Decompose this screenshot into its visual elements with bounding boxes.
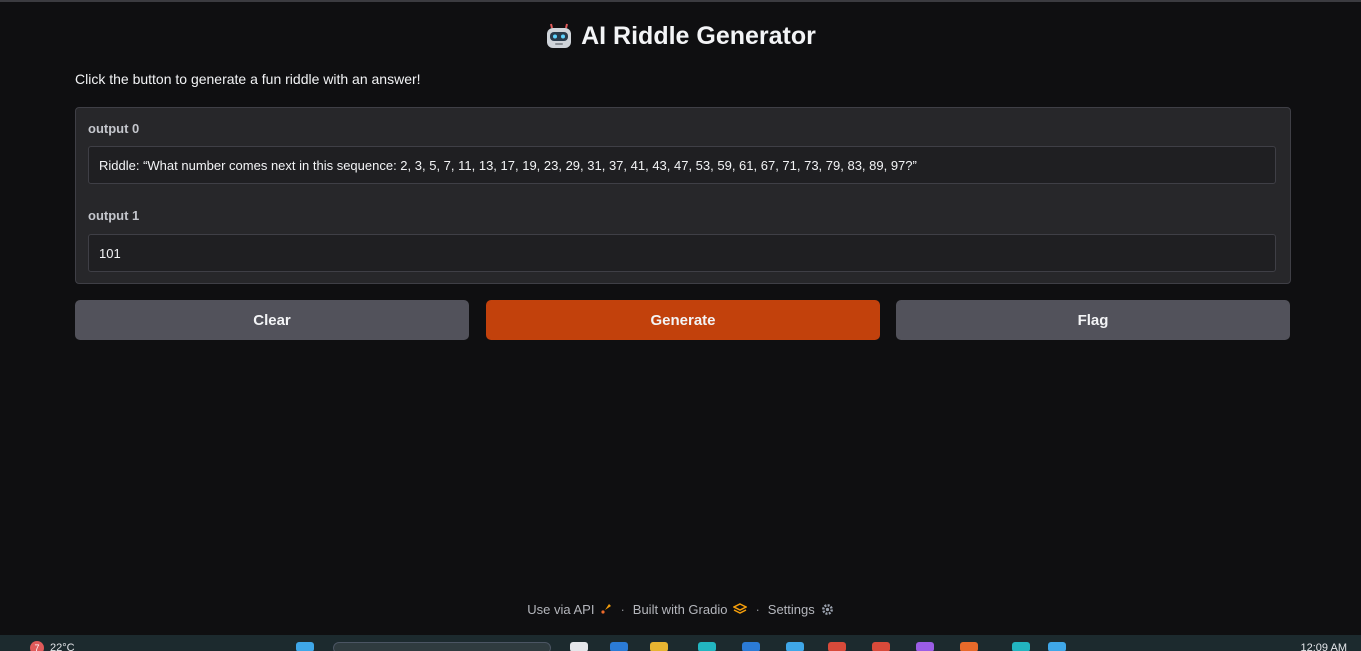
weather-badge: 7 bbox=[30, 641, 44, 651]
use-via-api-link[interactable]: Use via API bbox=[527, 602, 612, 617]
output-1-label: output 1 bbox=[88, 208, 140, 223]
settings-link[interactable]: Settings bbox=[768, 602, 834, 617]
chrome-profile-icon-m[interactable] bbox=[828, 642, 846, 651]
page-title: AI Riddle Generator bbox=[581, 21, 816, 50]
file-explorer-icon[interactable] bbox=[650, 642, 668, 651]
robot-icon bbox=[547, 23, 572, 48]
generate-button[interactable]: Generate bbox=[486, 300, 880, 340]
task-view-icon[interactable] bbox=[570, 642, 588, 651]
chrome-profile-icon-h[interactable] bbox=[916, 642, 934, 651]
temperature-label: 22°C bbox=[50, 642, 75, 651]
page-description: Click the button to generate a fun riddl… bbox=[75, 71, 421, 87]
start-menu-icon[interactable] bbox=[296, 642, 314, 651]
rocket-icon bbox=[601, 604, 612, 614]
built-with-gradio-link[interactable]: Built with Gradio bbox=[633, 602, 748, 617]
gradio-logo-icon bbox=[733, 603, 748, 614]
vscode-icon[interactable] bbox=[1012, 642, 1030, 651]
app-icon-teal[interactable] bbox=[698, 642, 716, 651]
output-0-label: output 0 bbox=[88, 121, 140, 136]
os-taskbar: 7 22°C 12:09 AM bbox=[0, 635, 1361, 651]
clear-button[interactable]: Clear bbox=[75, 300, 469, 340]
gear-icon bbox=[821, 603, 833, 615]
window-top-border bbox=[0, 0, 1361, 2]
settings-label: Settings bbox=[767, 601, 815, 617]
outputs-panel: output 0 Riddle: “What number comes next… bbox=[75, 107, 1291, 284]
built-with-gradio-label: Built with Gradio bbox=[632, 601, 728, 617]
page-header: AI Riddle Generator bbox=[0, 18, 1361, 54]
footer-separator: · bbox=[755, 601, 760, 617]
footer-separator: · bbox=[620, 601, 625, 617]
edge-browser-icon[interactable] bbox=[610, 642, 628, 651]
app-icon-blue[interactable] bbox=[786, 642, 804, 651]
flag-button[interactable]: Flag bbox=[896, 300, 1290, 340]
output-1-textbox[interactable]: 101 bbox=[88, 234, 1276, 272]
weather-widget[interactable]: 7 22°C bbox=[30, 641, 75, 651]
chrome-profile-icon-active[interactable] bbox=[960, 642, 978, 651]
chrome-profile-icon-e[interactable] bbox=[872, 642, 890, 651]
taskbar-search-box[interactable] bbox=[333, 642, 551, 651]
taskbar-clock[interactable]: 12:09 AM bbox=[1301, 642, 1347, 651]
use-via-api-label: Use via API bbox=[527, 601, 595, 617]
output-0-textbox[interactable]: Riddle: “What number comes next in this … bbox=[88, 146, 1276, 184]
footer: Use via API · Built with Gradio · Settin… bbox=[0, 599, 1361, 619]
calendar-icon[interactable] bbox=[1048, 642, 1066, 651]
store-icon[interactable] bbox=[742, 642, 760, 651]
